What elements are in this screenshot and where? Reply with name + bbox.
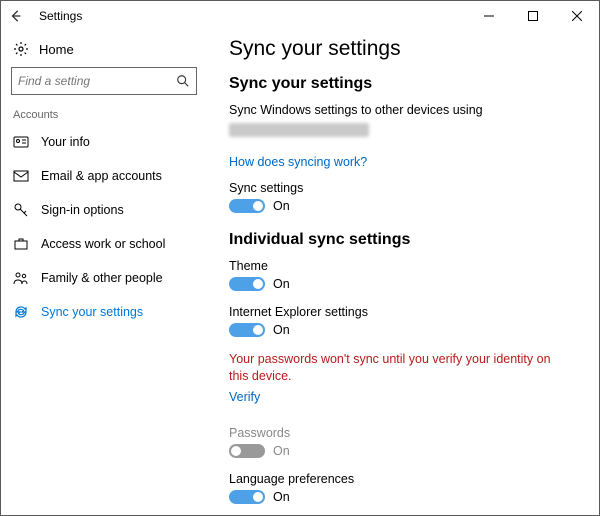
settings-window: Settings Home Accounts Your info <box>0 0 600 516</box>
nav-list: Your info Email & app accounts Sign-in o… <box>11 125 197 329</box>
window-title: Settings <box>39 9 467 23</box>
nav-item-label: Email & app accounts <box>41 169 162 183</box>
main-content[interactable]: Sync your settings Sync your settings Sy… <box>207 31 599 515</box>
setting-sync: Sync settings On <box>229 181 579 213</box>
setting-ie: Internet Explorer settings On <box>229 305 579 337</box>
toggle-state: On <box>273 444 290 458</box>
nav-sync-settings[interactable]: Sync your settings <box>11 295 197 329</box>
search-field[interactable] <box>18 74 176 88</box>
help-link[interactable]: How does syncing work? <box>229 155 367 169</box>
toggle-state: On <box>273 277 290 291</box>
setting-label: Internet Explorer settings <box>229 305 579 319</box>
verify-link[interactable]: Verify <box>229 390 260 404</box>
setting-label: Theme <box>229 259 579 273</box>
nav-email-accounts[interactable]: Email & app accounts <box>11 159 197 193</box>
search-icon <box>176 74 190 88</box>
toggle-sync-settings[interactable] <box>229 199 265 213</box>
setting-label: Sync settings <box>229 181 579 195</box>
sync-icon <box>13 304 29 320</box>
nav-item-label: Access work or school <box>41 237 165 251</box>
close-button[interactable] <box>555 1 599 31</box>
setting-theme: Theme On <box>229 259 579 291</box>
toggle-ie[interactable] <box>229 323 265 337</box>
maximize-button[interactable] <box>511 1 555 31</box>
gear-icon <box>13 41 29 57</box>
setting-passwords: Passwords On <box>229 426 579 458</box>
nav-item-label: Sync your settings <box>41 305 143 319</box>
group-accounts: Accounts <box>13 109 197 121</box>
section2-title: Individual sync settings <box>229 231 579 249</box>
toggle-state: On <box>273 323 290 337</box>
redacted-account <box>229 123 369 137</box>
toggle-theme[interactable] <box>229 277 265 291</box>
section1-title: Sync your settings <box>229 75 579 93</box>
card-icon <box>13 134 29 150</box>
back-arrow-icon <box>9 9 23 23</box>
sidebar: Home Accounts Your info Email & app acco… <box>1 31 207 515</box>
key-icon <box>13 202 29 218</box>
search-input[interactable] <box>11 67 197 95</box>
page-title: Sync your settings <box>229 37 579 61</box>
nav-item-label: Your info <box>41 135 90 149</box>
nav-your-info[interactable]: Your info <box>11 125 197 159</box>
back-button[interactable] <box>1 1 31 31</box>
nav-access-work[interactable]: Access work or school <box>11 227 197 261</box>
setting-language: Language preferences On <box>229 472 579 504</box>
toggle-language[interactable] <box>229 490 265 504</box>
toggle-passwords <box>229 444 265 458</box>
toggle-state: On <box>273 490 290 504</box>
people-icon <box>13 270 29 286</box>
setting-label: Language preferences <box>229 472 579 486</box>
nav-signin-options[interactable]: Sign-in options <box>11 193 197 227</box>
titlebar: Settings <box>1 1 599 31</box>
home-link[interactable]: Home <box>11 35 197 67</box>
home-label: Home <box>39 42 74 57</box>
setting-label: Passwords <box>229 426 579 440</box>
nav-item-label: Family & other people <box>41 271 163 285</box>
nav-family[interactable]: Family & other people <box>11 261 197 295</box>
briefcase-icon <box>13 236 29 252</box>
mail-icon <box>13 168 29 184</box>
minimize-button[interactable] <box>467 1 511 31</box>
password-warning: Your passwords won't sync until you veri… <box>229 351 559 385</box>
nav-item-label: Sign-in options <box>41 203 124 217</box>
sync-desc: Sync Windows settings to other devices u… <box>229 103 579 117</box>
toggle-state: On <box>273 199 290 213</box>
